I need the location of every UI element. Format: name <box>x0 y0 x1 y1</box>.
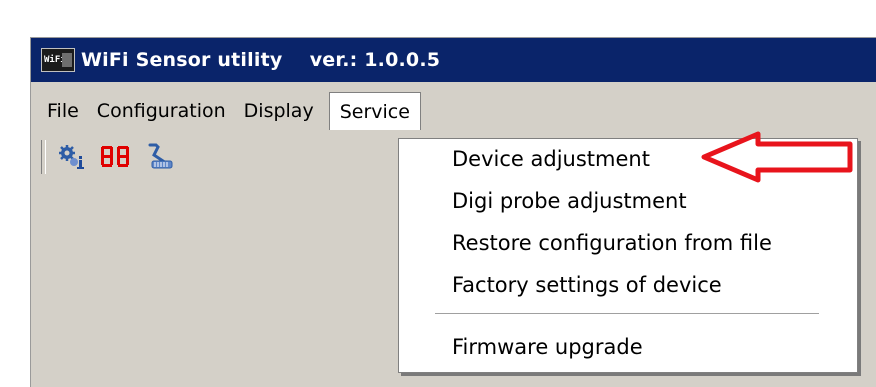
menu-file[interactable]: File <box>31 95 88 127</box>
digital-display-icon <box>101 146 129 167</box>
probe-button[interactable] <box>144 140 176 174</box>
device-info-button[interactable] <box>58 140 88 174</box>
menu-item-firmware-upgrade[interactable]: Firmware upgrade <box>452 335 643 359</box>
device-info-icon <box>59 145 84 169</box>
digital-display-button[interactable] <box>100 140 132 174</box>
menu-item-factory-settings[interactable]: Factory settings of device <box>452 273 722 297</box>
app-icon: WiFi <box>41 48 75 72</box>
menu-display[interactable]: Display <box>235 95 323 127</box>
menu-item-device-adjustment[interactable]: Device adjustment <box>452 147 650 171</box>
menu-item-restore-configuration[interactable]: Restore configuration from file <box>452 231 772 255</box>
menu-separator <box>435 313 819 315</box>
window-title: WiFi Sensor utility ver.: 1.0.0.5 <box>81 49 441 71</box>
menu-service[interactable]: Service <box>328 92 421 130</box>
probe-icon <box>148 143 173 169</box>
menu-bar: File Configuration Display Service <box>31 92 876 130</box>
title-bar[interactable]: WiFi WiFi Sensor utility ver.: 1.0.0.5 <box>31 38 876 82</box>
menu-configuration[interactable]: Configuration <box>88 95 235 127</box>
toolbar-grip[interactable] <box>41 140 46 174</box>
red-arrow-annotation-icon <box>701 131 853 183</box>
menu-item-digi-probe-adjustment[interactable]: Digi probe adjustment <box>452 189 687 213</box>
